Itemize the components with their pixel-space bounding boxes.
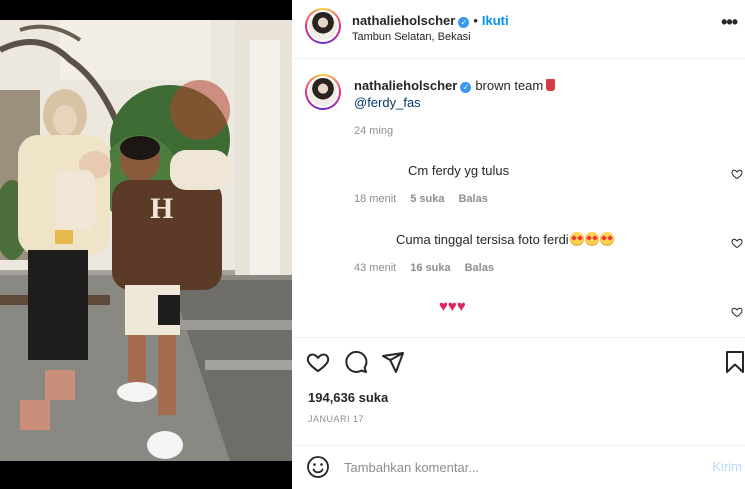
comment-3-like-heart-icon[interactable]	[731, 306, 743, 318]
heart-icon[interactable]	[306, 350, 330, 374]
share-icon[interactable]	[381, 350, 405, 374]
red-heart-icon: ♥	[439, 298, 448, 315]
post-modal: H nathalieholscher ✓ • Ikuti Tambun Selatan…	[0, 0, 745, 489]
svg-text:H: H	[150, 192, 173, 225]
comment-2-row: Cuma tinggal tersisa foto ferdi	[396, 232, 614, 247]
location-link[interactable]: Tambun Selatan, Bekasi	[352, 31, 471, 43]
cup-icon	[546, 79, 556, 91]
emoji-smile-icon[interactable]	[306, 455, 330, 479]
more-horizontal-icon[interactable]: •••	[721, 12, 738, 33]
add-comment-bar: Kirim	[292, 445, 745, 489]
smiling-face-with-hearts-icon	[569, 232, 584, 246]
mention-link[interactable]: @ferdy_fas	[354, 95, 421, 110]
caption-avatar[interactable]	[305, 74, 341, 110]
caption-row: nathalieholscher ✓ brown team	[354, 78, 556, 93]
post-photo[interactable]: H	[0, 20, 292, 461]
verified-badge-icon: ✓	[458, 17, 470, 28]
bookmark-icon[interactable]	[723, 350, 745, 374]
comment-2-meta: 43 menit 16 suka Balas	[354, 262, 494, 274]
comment-2-time: 43 menit	[354, 262, 397, 274]
comment-1-meta: 18 menit 5 suka Balas	[354, 193, 488, 205]
post-header: nathalieholscher ✓ • Ikuti Tambun Selatan, …	[292, 0, 745, 59]
follow-button[interactable]: Ikuti	[482, 13, 509, 28]
post-comment-button[interactable]: Kirim	[712, 459, 742, 474]
likes-count[interactable]: 194,636 suka	[308, 390, 388, 405]
comment-icon[interactable]	[344, 350, 368, 374]
author-avatar[interactable]	[305, 8, 341, 44]
comment-2-likes[interactable]: 16 suka	[410, 262, 450, 274]
comment-2-reply-button[interactable]: Balas	[465, 262, 494, 274]
post-date: JANUARI 17	[308, 414, 365, 424]
comment-input[interactable]	[344, 456, 684, 478]
smiling-face-with-hearts-icon	[584, 232, 599, 246]
comment-2-text: Cuma tinggal tersisa foto ferdi	[396, 232, 569, 247]
author-username[interactable]: nathalieholscher	[352, 13, 455, 28]
separator-dot: •	[473, 13, 478, 28]
comment-1-time: 18 menit	[354, 193, 397, 205]
smiling-face-with-hearts-icon	[599, 232, 614, 246]
comment-2-like-heart-icon[interactable]	[731, 237, 743, 249]
red-heart-icon: ♥	[447, 298, 457, 315]
comment-3-row: ♥♥♥	[439, 298, 466, 315]
caption-verified-icon: ✓	[460, 82, 472, 93]
comment-1-likes[interactable]: 5 suka	[410, 193, 444, 205]
caption-time: 24 ming	[354, 125, 394, 137]
caption-username[interactable]: nathalieholscher	[354, 78, 457, 93]
post-details-panel: nathalieholscher ✓ • Ikuti Tambun Selatan, …	[292, 0, 745, 489]
red-heart-icon: ♥	[456, 298, 466, 315]
family-photo-illustration: H	[0, 20, 292, 461]
post-actions: 194,636 suka JANUARI 17	[292, 337, 745, 445]
comment-1-text: Cm ferdy yg tulus	[408, 163, 510, 178]
caption-text: brown team	[475, 78, 544, 93]
comment-1-reply-button[interactable]: Balas	[458, 193, 487, 205]
comment-1-like-heart-icon[interactable]	[731, 168, 743, 180]
header-title-row: nathalieholscher ✓ • Ikuti	[352, 12, 509, 30]
